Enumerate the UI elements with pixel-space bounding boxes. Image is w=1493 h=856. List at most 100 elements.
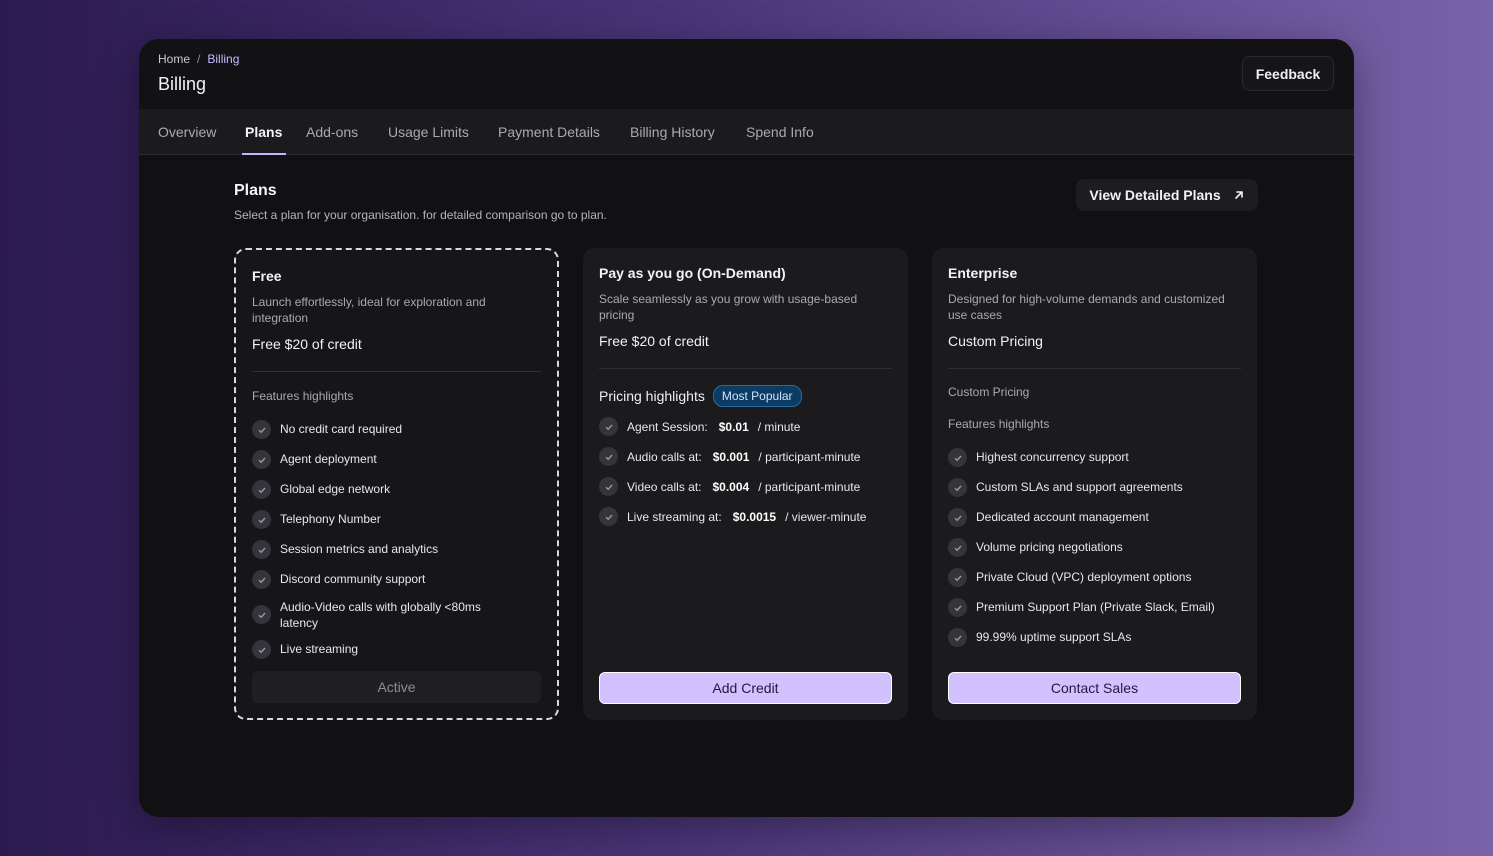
pricing-list: Agent Session: $0.01 / minute Audio call… [599,412,866,532]
check-icon [599,417,618,436]
features-label: Features highlights [252,389,354,403]
pricing-unit: / participant-minute [758,450,861,464]
pricing-unit: / minute [757,420,801,434]
pricing-label: Live streaming at: [627,510,722,524]
list-item: Video calls at: $0.004 / participant-min… [599,472,866,502]
pricing-label: Video calls at: [627,480,702,494]
feature-text: Dedicated account management [976,510,1149,524]
feature-list: No credit card required Agent deployment… [252,420,547,659]
tab-billing-history[interactable]: Billing History [630,109,715,155]
check-icon [948,598,967,617]
list-item: Agent Session: $0.01 / minute [599,412,866,442]
feature-text: Discord community support [280,572,426,586]
plan-price: Free $20 of credit [599,333,709,349]
breadcrumb-separator: / [197,52,201,66]
contact-sales-button[interactable]: Contact Sales [948,672,1241,704]
plan-title: Free [252,268,282,284]
feature-text: Volume pricing negotiations [976,540,1123,554]
view-detailed-plans-label: View Detailed Plans [1089,187,1221,203]
most-popular-badge: Most Popular [712,385,802,407]
pricing-value: $0.01 [718,420,749,434]
breadcrumb-home[interactable]: Home [158,52,190,66]
check-icon [252,420,271,439]
check-icon [948,538,967,557]
plan-card-enterprise: Enterprise Designed for high-volume dema… [932,248,1257,720]
list-item: Global edge network [252,480,547,499]
pricing-label: Agent Session: [627,420,708,434]
tab-plans[interactable]: Plans [241,109,287,155]
pricing-value: $0.0015 [732,510,777,524]
tab-bar: Overview Plans Add-ons Usage Limits Paym… [139,109,1354,155]
list-item: 99.99% uptime support SLAs [948,628,1247,647]
check-icon [252,640,271,659]
check-icon [599,477,618,496]
list-item: Audio-Video calls with globally <80ms la… [252,599,547,631]
list-item: Discord community support [252,570,547,589]
plan-price: Free $20 of credit [252,336,362,352]
list-item: Agent deployment [252,450,547,469]
list-item: Telephony Number [252,510,547,529]
tab-payment-details[interactable]: Payment Details [498,109,600,155]
plan-description: Designed for high-volume demands and cus… [948,292,1225,322]
tab-overview[interactable]: Overview [158,109,216,155]
feature-text: Private Cloud (VPC) deployment options [976,570,1192,584]
pricing-highlights-header: Pricing highlights Most Popular [599,385,802,407]
view-detailed-plans-button[interactable]: View Detailed Plans [1076,179,1258,211]
feature-text: Audio-Video calls with globally <80ms la… [280,600,481,630]
feature-text: Agent deployment [280,452,377,466]
active-plan-button[interactable]: Active [252,671,541,703]
check-icon [599,447,618,466]
check-icon [252,570,271,589]
plan-title: Pay as you go (On-Demand) [599,265,786,281]
pricing-highlights-label: Pricing highlights [599,388,705,404]
check-icon [252,510,271,529]
add-credit-button[interactable]: Add Credit [599,672,892,704]
check-icon [948,448,967,467]
feature-text: Premium Support Plan (Private Slack, Ema… [976,600,1215,614]
breadcrumb: Home / Billing [158,52,239,66]
feedback-button[interactable]: Feedback [1242,56,1334,91]
pricing-unit: / viewer-minute [785,510,867,524]
plan-title: Enterprise [948,265,1018,281]
pricing-value: $0.004 [712,480,750,494]
plan-card-free: Free Launch effortlessly, ideal for expl… [234,248,559,720]
billing-window: Home / Billing Billing Feedback Overview… [139,39,1354,817]
plan-price: Custom Pricing [948,333,1043,349]
check-icon [948,478,967,497]
check-icon [252,450,271,469]
list-item: Live streaming at: $0.0015 / viewer-minu… [599,502,866,532]
divider [599,368,892,369]
tab-spend-info[interactable]: Spend Info [746,109,814,155]
feature-text: 99.99% uptime support SLAs [976,630,1132,644]
list-item: Dedicated account management [948,508,1247,527]
plan-description: Launch effortlessly, ideal for explorati… [252,295,486,325]
tab-usage-limits[interactable]: Usage Limits [388,109,469,155]
arrow-up-right-icon [1234,191,1243,199]
custom-pricing-label: Custom Pricing [948,385,1030,399]
pricing-value: $0.001 [712,450,750,464]
check-icon [252,605,271,624]
check-icon [599,507,618,526]
feature-text: Live streaming [280,642,359,656]
feature-text: Custom SLAs and support agreements [976,480,1183,494]
list-item: Custom SLAs and support agreements [948,478,1247,497]
features-label: Features highlights [948,417,1050,431]
check-icon [252,540,271,559]
feature-text: Telephony Number [280,512,381,526]
plan-description: Scale seamlessly as you grow with usage-… [599,292,858,322]
divider [252,371,541,372]
check-icon [948,508,967,527]
feature-text: No credit card required [280,422,403,436]
feature-text: Highest concurrency support [976,450,1129,464]
plans-title: Plans [234,182,277,199]
breadcrumb-billing[interactable]: Billing [207,52,239,66]
plans-content: Plans Select a plan for your organisatio… [139,156,1354,817]
list-item: Audio calls at: $0.001 / participant-min… [599,442,866,472]
list-item: Volume pricing negotiations [948,538,1247,557]
tab-add-ons[interactable]: Add-ons [306,109,358,155]
check-icon [948,568,967,587]
pricing-unit: / participant-minute [758,480,861,494]
check-icon [948,628,967,647]
divider [948,368,1241,369]
top-bar: Home / Billing Billing Feedback [139,39,1354,109]
